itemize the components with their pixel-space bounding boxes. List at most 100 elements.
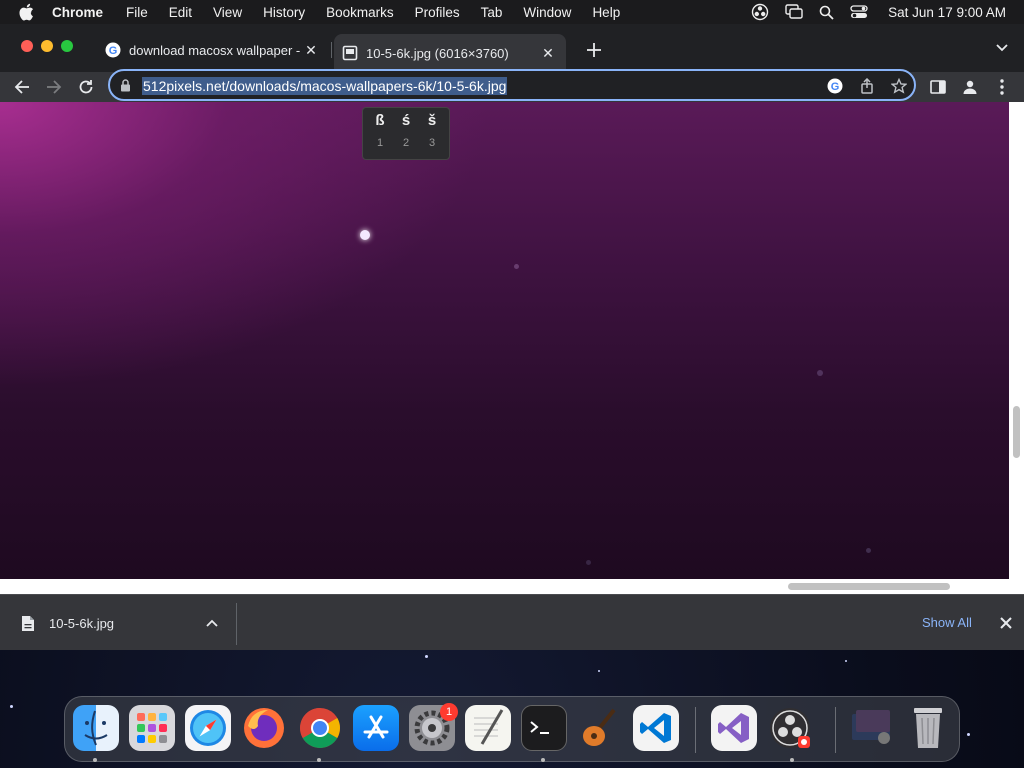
accent-number: 3 [428, 137, 436, 149]
launchpad-icon[interactable] [129, 705, 175, 751]
google-lens-icon[interactable]: G [826, 77, 844, 95]
accent-char: ß [375, 112, 385, 129]
vertical-scrollbar[interactable] [1009, 102, 1024, 579]
obs-icon[interactable] [767, 705, 813, 751]
bookmark-star-icon[interactable] [890, 77, 908, 95]
terminal-icon[interactable] [521, 705, 567, 751]
chrome-icon[interactable] [297, 705, 343, 751]
finder-icon[interactable] [73, 705, 119, 751]
horizontal-scroll-thumb[interactable] [788, 583, 950, 590]
menu-help[interactable]: Help [592, 5, 620, 20]
wallpaper-sparkle [360, 230, 370, 240]
menu-history[interactable]: History [263, 5, 305, 20]
accent-character-popup: ß 1 ś 2 š 3 [362, 107, 450, 160]
tab-divider [331, 42, 332, 58]
vscode-icon[interactable] [633, 705, 679, 751]
svg-text:G: G [831, 81, 840, 93]
trash-icon[interactable] [905, 705, 951, 751]
firefox-icon[interactable] [241, 705, 287, 751]
menu-bar: Chrome File Edit View History Bookmarks … [0, 0, 1024, 24]
wallpaper-sparkle [817, 370, 823, 376]
window-close-button[interactable] [21, 40, 33, 52]
tab-image[interactable]: 10-5-6k.jpg (6016×3760) ✕ [334, 34, 566, 72]
apple-menu-icon[interactable] [18, 3, 36, 21]
desktop-star [845, 660, 847, 662]
tab-close-icon[interactable]: ✕ [303, 42, 319, 58]
running-indicator [790, 758, 794, 762]
garageband-guitar-icon[interactable] [577, 705, 623, 751]
menu-window[interactable]: Window [523, 5, 571, 20]
file-icon [21, 615, 35, 632]
forward-arrow-icon[interactable] [42, 75, 66, 99]
menu-app-name[interactable]: Chrome [52, 5, 103, 20]
side-panel-icon[interactable] [926, 75, 950, 99]
svg-text:G: G [109, 45, 118, 57]
desktop-star [598, 670, 600, 672]
close-downloads-icon[interactable] [998, 615, 1014, 631]
notification-badge: 1 [440, 703, 458, 721]
wallpaper-sparkle [586, 560, 591, 565]
accent-number: 1 [376, 137, 384, 149]
safari-compass-icon[interactable] [185, 705, 231, 751]
textedit-pen-icon[interactable] [465, 705, 511, 751]
browser-toolbar: 512pixels.net/downloads/macos-wallpapers… [0, 69, 1024, 102]
profile-avatar-icon[interactable] [958, 75, 982, 99]
tab-google-search[interactable]: G download macosx wallpaper - ✕ [97, 34, 329, 66]
browser-window: G download macosx wallpaper - ✕ 10-5-6k.… [0, 24, 1024, 650]
horizontal-scrollbar[interactable] [0, 579, 1009, 594]
menu-tab[interactable]: Tab [481, 5, 503, 20]
desktop-star [10, 705, 13, 708]
menu-view[interactable]: View [213, 5, 242, 20]
desktop-star [425, 655, 428, 658]
tab-title: download macosx wallpaper - [129, 42, 301, 58]
dock [64, 696, 960, 762]
wallpaper-sparkle [866, 548, 871, 553]
menu-clock[interactable]: Sat Jun 17 9:00 AM [888, 5, 1006, 20]
menu-bookmarks[interactable]: Bookmarks [326, 5, 394, 20]
tab-close-icon[interactable]: ✕ [540, 45, 556, 61]
menu-edit[interactable]: Edit [169, 5, 192, 20]
accent-char: š [427, 112, 437, 129]
running-indicator [541, 758, 545, 762]
window-minimize-button[interactable] [41, 40, 53, 52]
show-all-downloads-link[interactable]: Show All [922, 615, 972, 630]
address-bar[interactable]: 512pixels.net/downloads/macos-wallpapers… [108, 69, 916, 101]
desktop-star [967, 733, 970, 736]
accent-char: ś [401, 112, 411, 129]
wallpaper-sparkle [514, 264, 519, 269]
dock-divider [695, 707, 696, 753]
accent-choice[interactable]: ß 1 [367, 108, 393, 159]
back-arrow-icon[interactable] [10, 75, 34, 99]
window-zoom-button[interactable] [61, 40, 73, 52]
accent-number: 2 [402, 137, 410, 149]
dock-divider [835, 707, 836, 753]
scrollbar-corner [1009, 579, 1024, 594]
lock-icon[interactable] [120, 79, 131, 97]
download-item[interactable]: 10-5-6k.jpg [0, 595, 236, 651]
tab-strip: G download macosx wallpaper - ✕ 10-5-6k.… [0, 24, 1024, 72]
new-tab-plus-icon[interactable] [584, 40, 604, 60]
tab-title: 10-5-6k.jpg (6016×3760) [366, 45, 509, 61]
running-indicator [317, 758, 321, 762]
visual-studio-icon[interactable] [711, 705, 757, 751]
vertical-scroll-thumb[interactable] [1013, 406, 1020, 458]
downloads-bar: 10-5-6k.jpg Show All [0, 594, 1024, 650]
reload-icon[interactable] [74, 75, 98, 99]
obs-status-icon[interactable] [751, 3, 769, 21]
screenshot-stack-icon[interactable] [849, 705, 895, 751]
accent-choice[interactable]: š 3 [419, 108, 445, 159]
address-url-text[interactable]: 512pixels.net/downloads/macos-wallpapers… [142, 77, 508, 95]
accent-choice[interactable]: ś 2 [393, 108, 419, 159]
image-viewport[interactable] [0, 102, 1009, 579]
app-store-icon[interactable] [353, 705, 399, 751]
screen-mirroring-icon[interactable] [785, 4, 803, 20]
menu-file[interactable]: File [126, 5, 148, 20]
chevron-up-icon[interactable] [204, 615, 220, 631]
share-icon[interactable] [858, 77, 876, 95]
tab-search-chevron-down-icon[interactable] [994, 40, 1010, 56]
control-center-icon[interactable] [850, 5, 868, 19]
menu-profiles[interactable]: Profiles [415, 5, 460, 20]
more-menu-dots-icon[interactable] [990, 75, 1014, 99]
spotlight-search-icon[interactable] [819, 5, 834, 20]
google-favicon-icon: G [105, 42, 121, 58]
